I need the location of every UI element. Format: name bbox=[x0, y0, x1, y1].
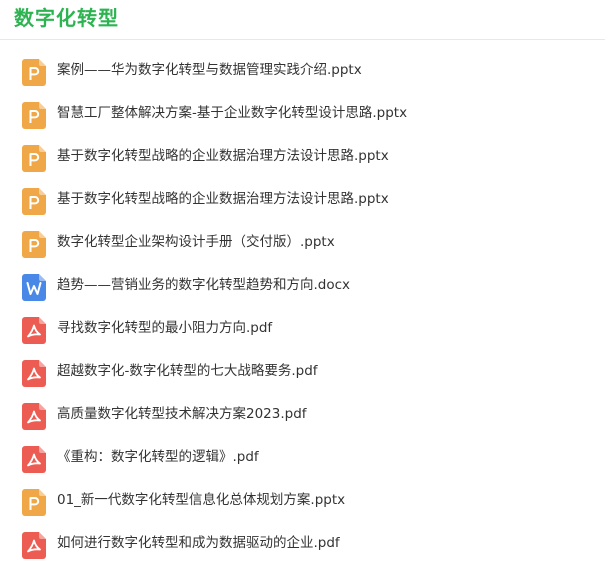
word-file-icon bbox=[22, 274, 46, 301]
pdf-file-icon bbox=[22, 317, 46, 344]
file-name-link[interactable]: 《重构：数字化转型的逻辑》.pdf bbox=[57, 451, 259, 465]
file-list-item[interactable]: 案例——华为数字化转型与数据管理实践介绍.pptx bbox=[0, 51, 605, 94]
pdf-file-icon bbox=[22, 446, 46, 473]
file-list-item[interactable]: 高质量数字化转型技术解决方案2023.pdf bbox=[0, 395, 605, 438]
file-list-item[interactable]: 智慧工厂整体解决方案-基于企业数字化转型设计思路.pptx bbox=[0, 94, 605, 137]
file-list-item[interactable]: 《重构：数字化转型的逻辑》.pdf bbox=[0, 438, 605, 481]
file-list-item[interactable]: 基于数字化转型战略的企业数据治理方法设计思路.pptx bbox=[0, 137, 605, 180]
pdf-file-icon bbox=[22, 360, 46, 387]
ppt-file-icon bbox=[22, 489, 46, 516]
file-list-item[interactable]: 寻找数字化转型的最小阻力方向.pdf bbox=[0, 309, 605, 352]
file-list-item[interactable]: 基于数字化转型战略的企业数据治理方法设计思路.pptx bbox=[0, 180, 605, 223]
file-name-link[interactable]: 趋势——营销业务的数字化转型趋势和方向.docx bbox=[57, 279, 350, 293]
file-name-link[interactable]: 超越数字化-数字化转型的七大战略要务.pdf bbox=[57, 365, 318, 379]
file-list: 案例——华为数字化转型与数据管理实践介绍.pptx 智慧工厂整体解决方案-基于企业… bbox=[0, 51, 605, 563]
file-list-item[interactable]: 趋势——营销业务的数字化转型趋势和方向.docx bbox=[0, 266, 605, 309]
file-name-link[interactable]: 智慧工厂整体解决方案-基于企业数字化转型设计思路.pptx bbox=[57, 107, 407, 121]
file-list-item[interactable]: 01_新一代数字化转型信息化总体规划方案.pptx bbox=[0, 481, 605, 524]
page-header: 数字化转型 bbox=[0, 0, 605, 40]
file-list-item[interactable]: 如何进行数字化转型和成为数据驱动的企业.pdf bbox=[0, 524, 605, 563]
file-name-link[interactable]: 数字化转型企业架构设计手册（交付版）.pptx bbox=[57, 236, 335, 250]
file-list-item[interactable]: 数字化转型企业架构设计手册（交付版）.pptx bbox=[0, 223, 605, 266]
ppt-file-icon bbox=[22, 188, 46, 215]
ppt-file-icon bbox=[22, 231, 46, 258]
page-title: 数字化转型 bbox=[14, 6, 119, 30]
file-list-item[interactable]: 超越数字化-数字化转型的七大战略要务.pdf bbox=[0, 352, 605, 395]
pdf-file-icon bbox=[22, 403, 46, 430]
file-name-link[interactable]: 高质量数字化转型技术解决方案2023.pdf bbox=[57, 408, 307, 422]
file-name-link[interactable]: 寻找数字化转型的最小阻力方向.pdf bbox=[57, 322, 272, 336]
file-name-link[interactable]: 01_新一代数字化转型信息化总体规划方案.pptx bbox=[57, 494, 345, 508]
file-list-page: 数字化转型 案例——华为数字化转型与数据管理实践介绍.pptx 智慧工厂整体解决方… bbox=[0, 0, 605, 563]
file-name-link[interactable]: 如何进行数字化转型和成为数据驱动的企业.pdf bbox=[57, 537, 340, 551]
file-name-link[interactable]: 基于数字化转型战略的企业数据治理方法设计思路.pptx bbox=[57, 150, 389, 164]
ppt-file-icon bbox=[22, 59, 46, 86]
pdf-file-icon bbox=[22, 532, 46, 559]
file-name-link[interactable]: 基于数字化转型战略的企业数据治理方法设计思路.pptx bbox=[57, 193, 389, 207]
ppt-file-icon bbox=[22, 102, 46, 129]
ppt-file-icon bbox=[22, 145, 46, 172]
file-name-link[interactable]: 案例——华为数字化转型与数据管理实践介绍.pptx bbox=[57, 64, 362, 78]
